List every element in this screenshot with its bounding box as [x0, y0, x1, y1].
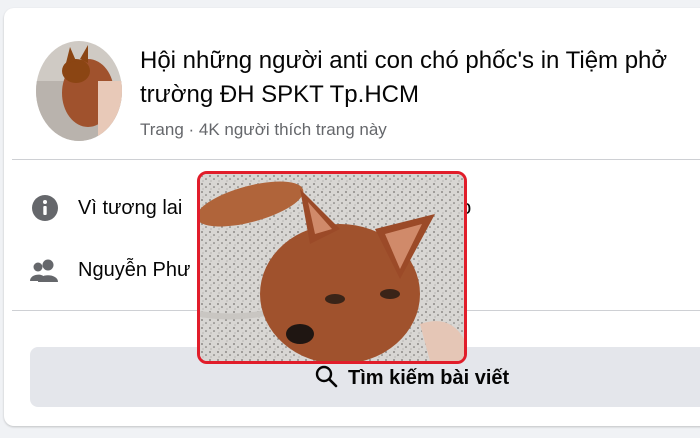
page-title-line-2: trường ĐH SPKT Tp.HCM	[140, 81, 419, 108]
dog-photo-overlay	[197, 171, 467, 364]
search-icon	[314, 364, 338, 393]
divider	[12, 159, 700, 160]
info-icon	[30, 193, 60, 223]
people-icon	[30, 255, 60, 285]
page-title-line-1: Hội những người anti con chó phốc's in T…	[140, 47, 668, 74]
info-row-admin-text[interactable]: Nguyễn Phư	[78, 259, 190, 282]
dog-photo	[200, 174, 464, 361]
search-posts-label: Tìm kiếm bài viết	[348, 367, 510, 389]
page-subtitle: Trang · 4K người thích trang này	[140, 120, 387, 139]
page-title[interactable]: Hội những người anti con chó phốc's in T…	[140, 44, 700, 112]
page-avatar[interactable]	[36, 41, 122, 141]
info-row-admin: Nguyễn Phư	[30, 253, 190, 287]
